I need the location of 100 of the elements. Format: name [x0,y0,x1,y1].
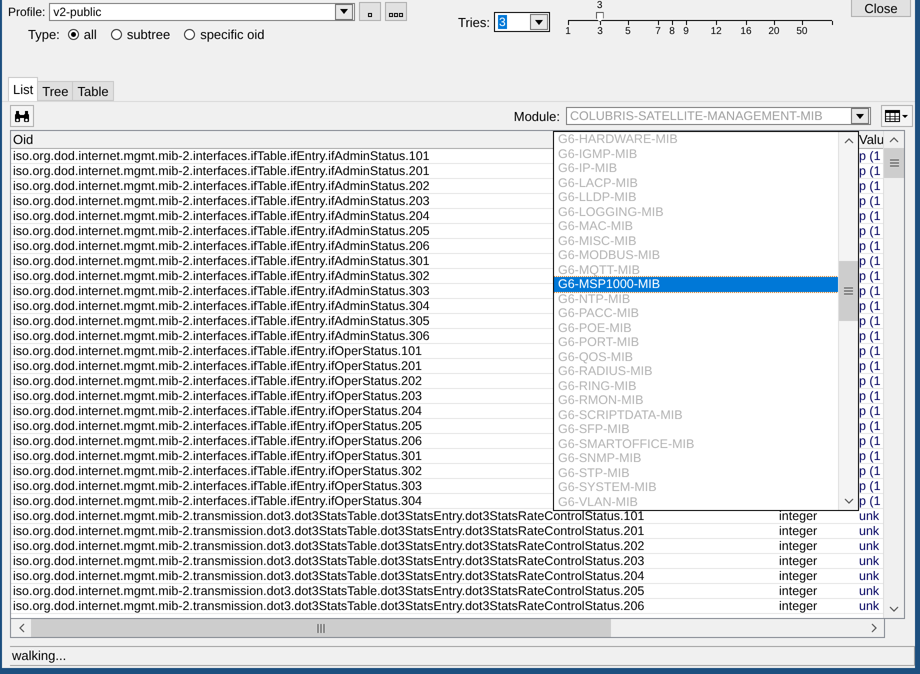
type-radio[interactable]: all [68,27,97,42]
table-cell: iso.org.dod.internet.mgmt.mib-2.interfaces.ifTable.ifEntry.ifAdminStatus.205 [13,224,430,238]
table-cell: iso.org.dod.internet.mgmt.mib-2.interfaces.ifTable.ifEntry.ifAdminStatus.204 [13,209,430,223]
table-cell: iso.org.dod.internet.mgmt.mib-2.transmission.dot3.dot3StatsTable.dot3StatsEntry.dot3StatsRateControlStatus.206 [13,599,644,613]
scroll-up-icon [844,137,854,144]
table-cell: iso.org.dod.internet.mgmt.mib-2.transmission.dot3.dot3StatsTable.dot3StatsEntry.dot3StatsRateControlStatus.203 [13,554,644,568]
scroll-right-icon [870,622,878,632]
slider-value: 3 [596,0,602,11]
table-cell: iso.org.dod.internet.mgmt.mib-2.transmission.dot3.dot3StatsTable.dot3StatsEntry.dot3StatsRateControlStatus.202 [13,539,644,553]
scroll-down-icon [844,498,854,505]
horizontal-scrollbar[interactable] [10,619,885,638]
table-cell: iso.org.dod.internet.mgmt.mib-2.interfaces.ifTable.ifEntry.ifOperStatus.205 [13,419,422,433]
tick-label: 9 [683,26,689,37]
table-cell-text: integer [778,539,818,553]
list-scrollbar[interactable] [838,132,858,510]
tab[interactable]: Table [72,81,114,101]
table-cell: iso.org.dod.internet.mgmt.mib-2.interfaces.ifTable.ifEntry.ifOperStatus.203 [13,389,422,403]
table-cell-text: p (1 [858,479,882,493]
columns-menu-button[interactable] [881,105,913,127]
table-cell: iso.org.dod.internet.mgmt.mib-2.interfaces.ifTable.ifEntry.ifOperStatus.301 [13,449,422,463]
table-cell-text: p (1 [858,389,882,403]
status-bar: walking... [10,646,915,666]
table-cell-text: p (1 [858,179,882,193]
dropdown-arrow-icon [340,9,348,14]
table-cell-text: p (1 [858,374,882,388]
table-cell: iso.org.dod.internet.mgmt.mib-2.interfaces.ifTable.ifEntry.ifAdminStatus.306 [13,329,430,343]
table-cell-text: integer [778,569,818,583]
table-cell: iso.org.dod.internet.mgmt.mib-2.interfaces.ifTable.ifEntry.ifAdminStatus.101 [13,149,430,163]
profile-label: Profile: [8,4,46,18]
close-button[interactable]: Close [851,0,911,17]
table-cell: iso.org.dod.internet.mgmt.mib-2.interfaces.ifTable.ifEntry.ifOperStatus.201 [13,359,422,373]
table-cell-text: p (1 [858,419,882,433]
table-cell: iso.org.dod.internet.mgmt.mib-2.interfaces.ifTable.ifEntry.ifAdminStatus.305 [13,314,430,328]
table-cell-text: p (1 [858,284,882,298]
tick-label: 16 [740,26,752,37]
table-cell-text: unk [858,569,880,583]
ellipsis-button[interactable] [385,2,408,21]
scroll-down-icon [889,606,899,613]
grip-icon [317,624,325,632]
table-cell-text: p (1 [858,329,882,343]
tick-label: 3 [597,26,603,37]
dropdown-arrow-icon [856,114,864,118]
table-cell-text: p (1 [858,314,882,328]
grip-icon [844,287,853,295]
square-icon [368,13,372,17]
table-cell: iso.org.dod.internet.mgmt.mib-2.interfaces.ifTable.ifEntry.ifOperStatus.101 [13,344,422,358]
table-cell-text: integer [778,599,818,613]
scroll-up-icon [889,136,899,143]
table-cell: iso.org.dod.internet.mgmt.mib-2.interfaces.ifTable.ifEntry.ifAdminStatus.301 [13,254,430,268]
table-cell-text: p (1 [858,494,882,508]
tab[interactable]: List [8,77,38,101]
table-cell-text: p (1 [858,239,882,253]
tick-label: 1 [565,26,571,37]
binoculars-icon [14,110,30,122]
tick-label: 5 [625,26,631,37]
find-button[interactable] [10,105,34,127]
table-cell-text: unk [858,584,880,598]
table-cell: iso.org.dod.internet.mgmt.mib-2.transmission.dot3.dot3StatsTable.dot3StatsEntry.dot3StatsRateControlStatus.101 [13,509,644,523]
table-cell-text: p (1 [858,209,882,223]
small-button[interactable] [359,2,382,21]
vertical-scrollbar[interactable] [883,131,904,618]
tries-label: Tries: [458,14,490,30]
type-label: Type: [28,27,60,42]
module-label: Module: [514,108,560,124]
table-cell-text: p (1 [858,254,882,268]
table-cell: iso.org.dod.internet.mgmt.mib-2.interfaces.ifTable.ifEntry.ifAdminStatus.201 [13,164,430,178]
table-cell: iso.org.dod.internet.mgmt.mib-2.interfaces.ifTable.ifEntry.ifOperStatus.202 [13,374,422,388]
column-header[interactable]: Valu [857,131,884,148]
table-cell-text: integer [778,509,818,523]
type-radio[interactable]: specific oid [184,27,264,42]
table-cell-text: unk [858,539,880,553]
table-cell: iso.org.dod.internet.mgmt.mib-2.interfaces.ifTable.ifEntry.ifAdminStatus.203 [13,194,430,208]
table-cell: iso.org.dod.internet.mgmt.mib-2.interfaces.ifTable.ifEntry.ifOperStatus.304 [13,494,422,508]
grip-icon [890,159,898,167]
table-cell: iso.org.dod.internet.mgmt.mib-2.interfaces.ifTable.ifEntry.ifOperStatus.302 [13,464,422,478]
table-cell: iso.org.dod.internet.mgmt.mib-2.transmission.dot3.dot3StatsTable.dot3StatsEntry.dot3StatsRateControlStatus.205 [13,584,644,598]
table-icon [885,110,909,122]
table-cell-text: integer [778,524,818,538]
tick-label: 50 [796,26,808,37]
slider-thumb[interactable] [596,12,604,22]
table-cell: iso.org.dod.internet.mgmt.mib-2.interfaces.ifTable.ifEntry.ifOperStatus.206 [13,434,422,448]
scroll-left-icon [18,622,24,632]
type-radio[interactable]: subtree [110,27,170,42]
table-cell-text: unk [858,554,880,568]
table-cell-text: unk [858,599,880,613]
dropdown-arrow-icon [535,20,544,24]
table-cell-text: integer [778,584,818,598]
table-cell: iso.org.dod.internet.mgmt.mib-2.interfaces.ifTable.ifEntry.ifAdminStatus.206 [13,239,430,253]
table-cell-text: p (1 [858,149,882,163]
profile-combo[interactable]: v2-public [49,2,356,20]
tick-label: 7 [655,26,661,37]
table-cell-text: p (1 [858,359,882,373]
tab[interactable]: Tree [37,81,74,101]
ellipsis-icon [389,13,404,17]
table-cell: iso.org.dod.internet.mgmt.mib-2.interfaces.ifTable.ifEntry.ifAdminStatus.302 [13,269,430,283]
table-cell-text: p (1 [858,269,882,283]
tries-combo[interactable]: 3 [494,12,550,32]
table-cell-text: p (1 [858,449,882,463]
tick-label: 20 [768,26,780,37]
tries-slider[interactable]: 1 3 5 7 8 9 12 16 20 50 3 [564,0,844,44]
